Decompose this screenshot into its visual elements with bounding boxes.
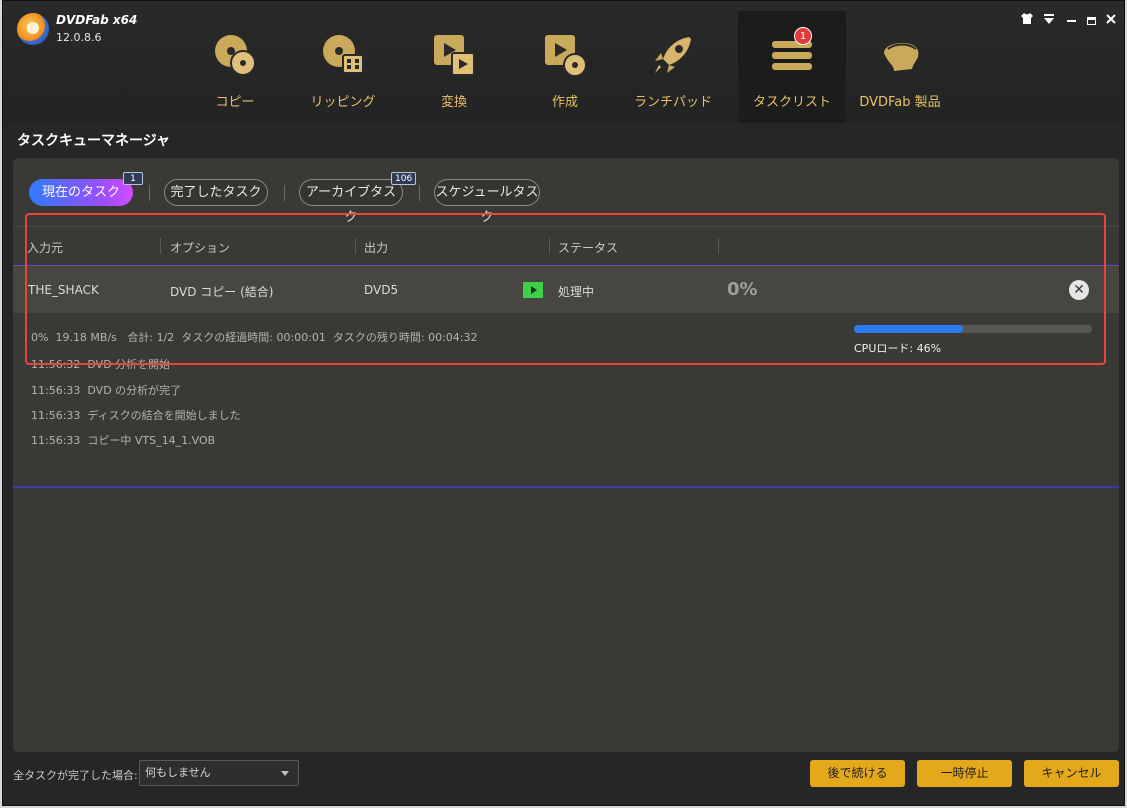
continue-later-button[interactable]: 後で続ける bbox=[810, 760, 905, 787]
skin-icon[interactable] bbox=[1019, 13, 1035, 29]
current-tasks-badge: 1 bbox=[123, 172, 143, 185]
tab-separator bbox=[149, 185, 150, 201]
chevron-down-icon bbox=[281, 771, 289, 776]
nav-ripper[interactable]: リッピング bbox=[289, 11, 397, 123]
nav-launchpad-label: ランチパッド bbox=[633, 95, 712, 110]
pause-button[interactable]: 一時停止 bbox=[917, 760, 1012, 787]
ripper-disc-icon bbox=[323, 35, 364, 74]
rocket-icon bbox=[655, 37, 691, 73]
cancel-button[interactable]: キャンセル bbox=[1024, 760, 1119, 787]
highlight-annotation bbox=[25, 213, 1106, 365]
app-window: DVDFab x64 12.0.8.6 コピー リッピング 変換 作成 ランチパ… bbox=[2, 0, 1125, 806]
nav-task-list-label: タスクリスト bbox=[752, 95, 831, 110]
header-bar: DVDFab x64 12.0.8.6 コピー リッピング 変換 作成 ランチパ… bbox=[3, 1, 1124, 123]
nav-copy[interactable]: コピー bbox=[181, 11, 289, 123]
nav-convert-label: 変換 bbox=[440, 95, 467, 110]
log-line: 11:56:33 コピー中 VTS_14_1.VOB bbox=[31, 434, 216, 447]
convert-film-icon bbox=[434, 35, 475, 76]
after-complete-select[interactable]: 何もしません bbox=[139, 760, 299, 786]
nav-task-list[interactable]: 1 タスクリスト bbox=[738, 11, 846, 123]
dvdfab-logo-icon bbox=[17, 13, 49, 45]
nav-copy-label: コピー bbox=[215, 95, 255, 110]
after-complete-label: 全タスクが完了した場合: bbox=[13, 769, 138, 782]
nav-ripper-label: リッピング bbox=[310, 95, 376, 110]
nav-launchpad[interactable]: ランチパッド bbox=[619, 11, 727, 123]
tab-separator bbox=[284, 185, 285, 201]
after-complete-value: 何もしません bbox=[145, 766, 211, 779]
tab-current-tasks[interactable]: 現在のタスク bbox=[29, 179, 133, 206]
nav-products-label: DVDFab 製品 bbox=[859, 95, 941, 110]
close-icon[interactable] bbox=[1103, 13, 1119, 29]
tab-scheduled-tasks[interactable]: スケジュールタスク bbox=[434, 179, 540, 225]
creator-film-icon bbox=[545, 35, 587, 77]
log-line: 11:56:33 DVD の分析が完了 bbox=[31, 384, 182, 397]
task-count-badge: 1 bbox=[794, 27, 812, 45]
maximize-icon[interactable] bbox=[1083, 13, 1099, 29]
task-panel: 現在のタスク 1 完了したタスク アーカイブタスク 106 スケジュールタスク … bbox=[13, 158, 1119, 752]
copy-disc-icon bbox=[215, 35, 256, 76]
app-version: 12.0.8.6 bbox=[56, 31, 102, 44]
archive-tasks-badge: 106 bbox=[391, 172, 417, 185]
menu-icon[interactable] bbox=[1041, 13, 1057, 29]
nav-creator-label: 作成 bbox=[551, 95, 578, 110]
nav-creator[interactable]: 作成 bbox=[511, 11, 619, 123]
log-line: 11:56:33 ディスクの結合を開始しました bbox=[31, 409, 241, 422]
minimize-icon[interactable] bbox=[1063, 13, 1079, 29]
products-icon bbox=[884, 42, 919, 71]
app-name: DVDFab x64 bbox=[56, 13, 138, 27]
nav-convert[interactable]: 変換 bbox=[400, 11, 508, 123]
page-title: タスクキューマネージャ bbox=[17, 133, 171, 149]
tab-completed-tasks[interactable]: 完了したタスク bbox=[164, 179, 268, 206]
tab-separator bbox=[419, 185, 420, 201]
divider bbox=[13, 486, 1119, 488]
tab-archive-tasks[interactable]: アーカイブタスク bbox=[299, 179, 403, 225]
nav-products[interactable]: DVDFab 製品 bbox=[840, 11, 960, 123]
